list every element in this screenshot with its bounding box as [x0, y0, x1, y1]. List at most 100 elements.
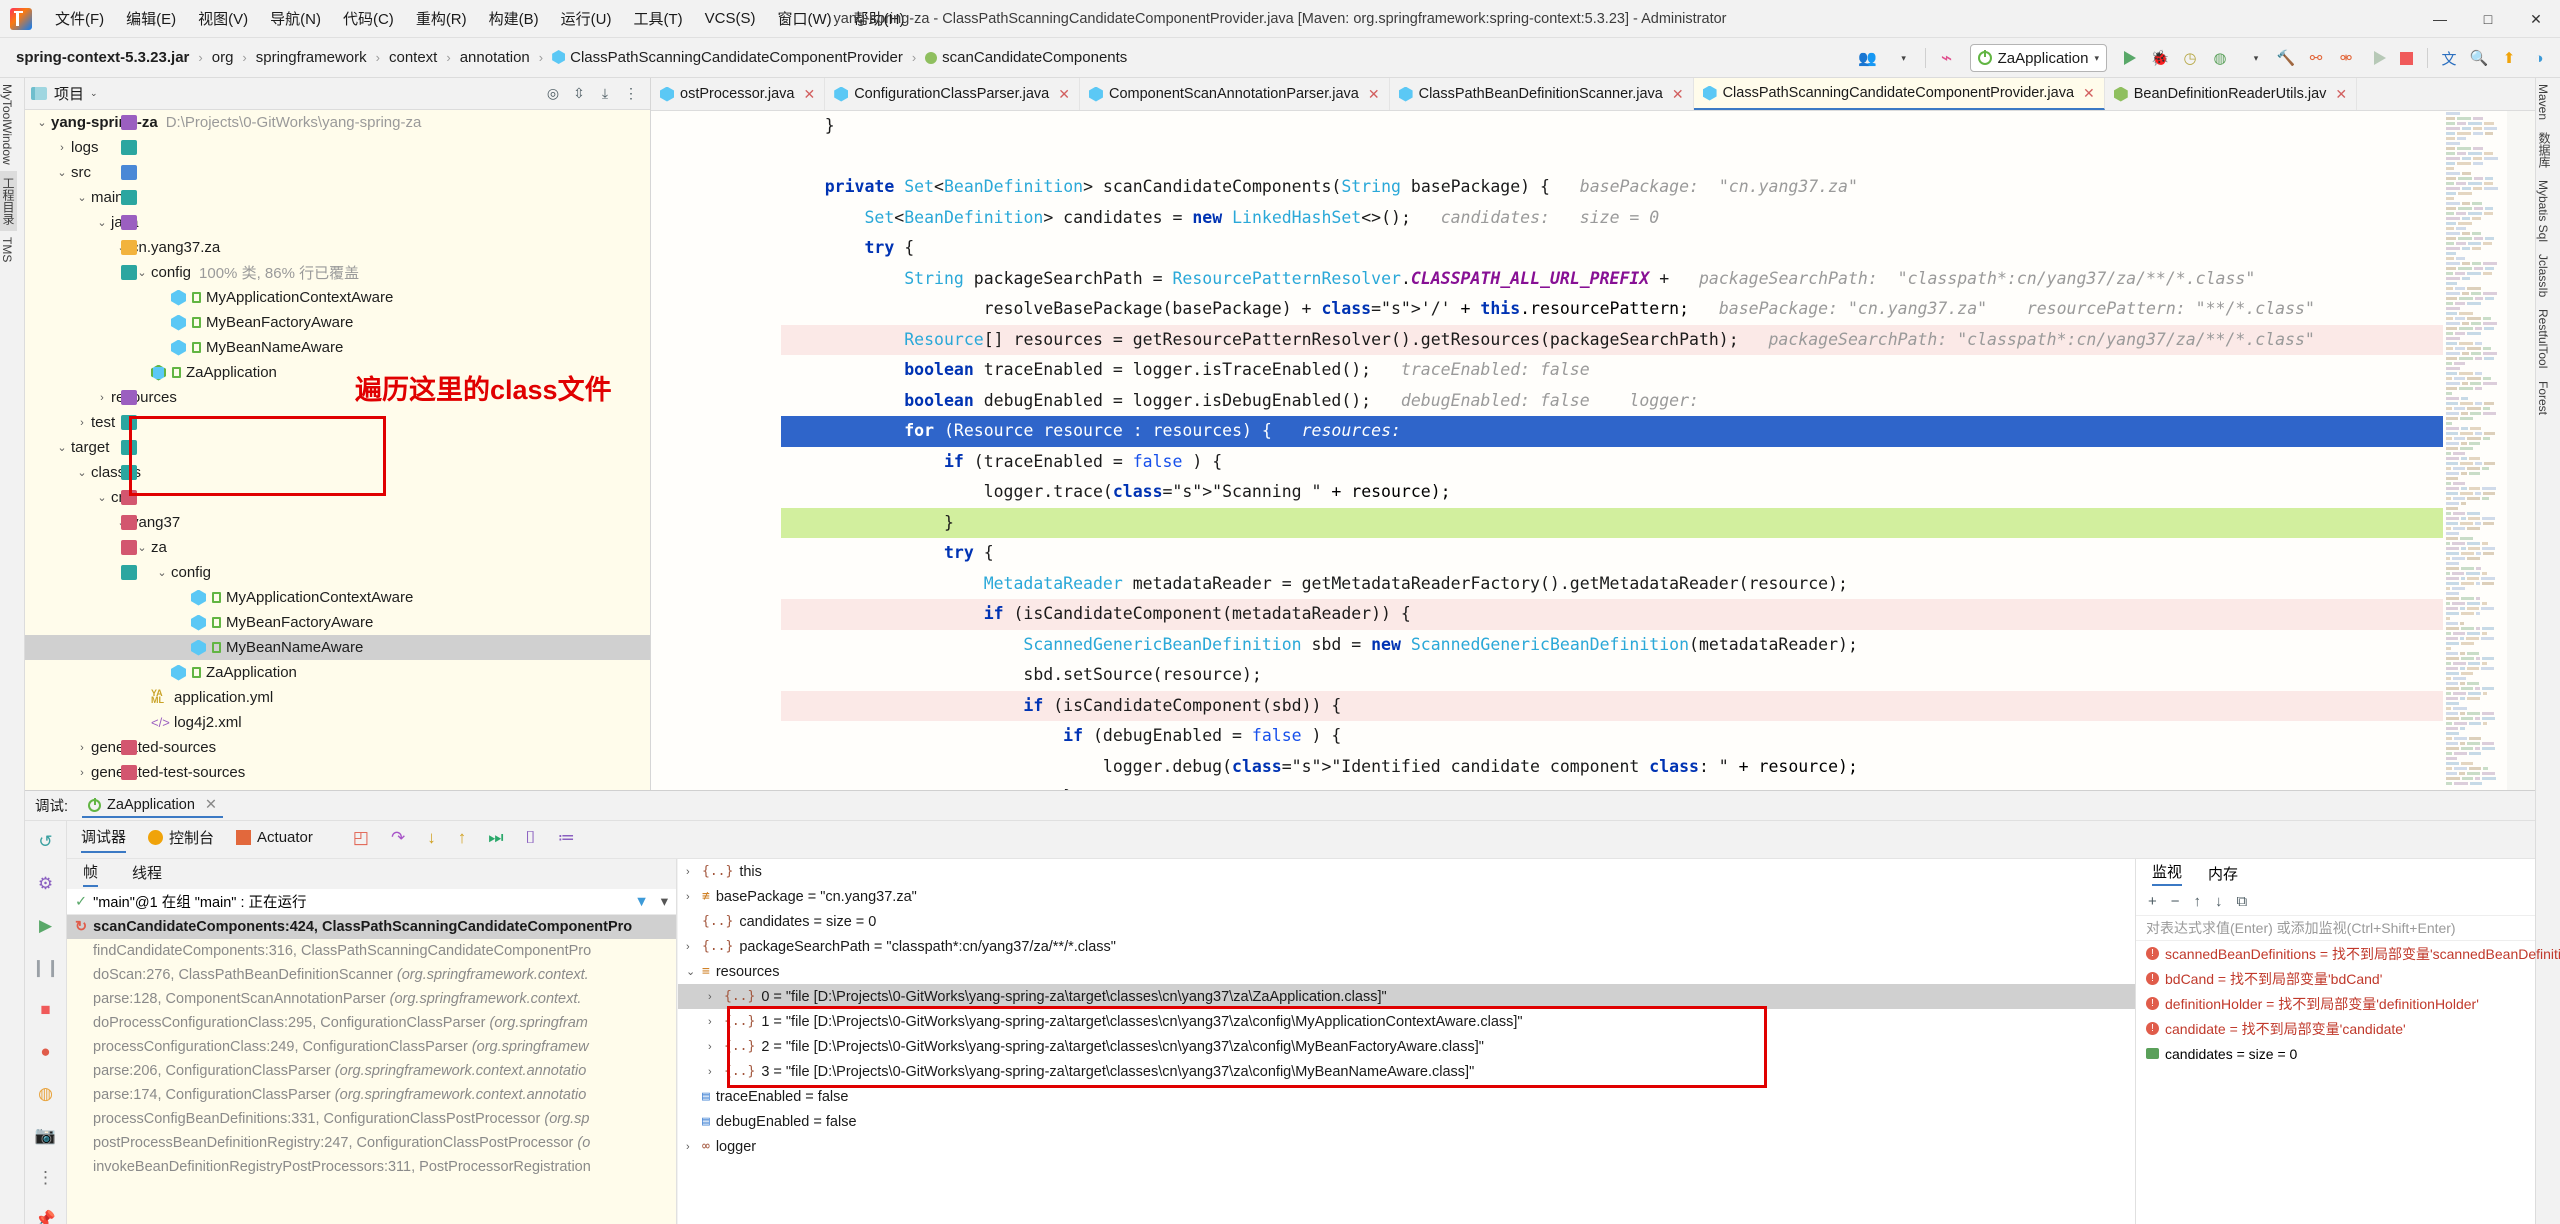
- rerun-icon[interactable]: ↺: [25, 821, 66, 863]
- breadcrumb-item-1[interactable]: org: [208, 47, 238, 68]
- tree-node-test[interactable]: › test: [25, 410, 650, 435]
- tree-node-generated-sources[interactable]: › generated-sources: [25, 735, 650, 760]
- tree-twisty[interactable]: ›: [73, 417, 91, 429]
- tree-node-yang37[interactable]: ⌄yang37: [25, 510, 650, 535]
- tool-window-button-MyToolWindow[interactable]: MyToolWindow: [0, 78, 14, 171]
- debug-tab-控制台[interactable]: 控制台: [148, 827, 214, 852]
- variable-twisty[interactable]: ›: [686, 866, 702, 878]
- variable-twisty[interactable]: ›: [708, 1041, 724, 1053]
- stack-frame-3[interactable]: parse:128, ComponentScanAnnotationParser…: [67, 987, 676, 1011]
- code-line-432[interactable]: 432 sbd.setSource(resource);: [781, 660, 2443, 691]
- tree-node-main[interactable]: ⌄ main: [25, 185, 650, 210]
- variables-pane[interactable]: › {..} this › ≢ basePackage = "cn.yang37.za"{…: [678, 859, 2135, 1224]
- menu-item-1[interactable]: 编辑(E): [115, 5, 187, 32]
- close-tab-icon[interactable]: ✕: [1058, 86, 1070, 103]
- select-opened-file-icon[interactable]: ◎: [540, 81, 566, 107]
- variable-row-2[interactable]: {..} candidates = size = 0: [678, 909, 2135, 934]
- variable-row-1[interactable]: › ≢ basePackage = "cn.yang37.za": [678, 884, 2135, 909]
- step-button-6[interactable]: ≔: [558, 828, 575, 852]
- watch-row-2[interactable]: ! definitionHolder = 找不到局部变量'definitionHo…: [2136, 991, 2535, 1016]
- idea-plugin-icon[interactable]: ◑: [2524, 43, 2554, 73]
- watch-tab-监视[interactable]: 监视: [2152, 861, 2183, 886]
- stack-frame-5[interactable]: processConfigurationClass:249, Configura…: [67, 1035, 676, 1059]
- code-line-422[interactable]: 422 boolean traceEnabled = logger.isTrac…: [781, 355, 2443, 386]
- tree-node-MyBeanFactoryAware[interactable]: MyBeanFactoryAware: [25, 310, 650, 335]
- tree-node-java[interactable]: ⌄java: [25, 210, 650, 235]
- variable-row-3[interactable]: › {..} packageSearchPath = "classpath*:cn/…: [678, 934, 2135, 959]
- code-line-433[interactable]: 433⊟✓ if (isCandidateComponent(sbd)) {: [781, 690, 2443, 721]
- close-tab-icon[interactable]: ✕: [2083, 85, 2095, 102]
- tree-node-target[interactable]: ⌄ target: [25, 435, 650, 460]
- settings-gear-icon[interactable]: ⚙: [25, 863, 66, 905]
- breadcrumb-method[interactable]: scanCandidateComponents: [921, 47, 1131, 68]
- stack-frame-10[interactable]: invokeBeanDefinitionRegistryPostProcesso…: [67, 1155, 676, 1179]
- breadcrumb-item-0[interactable]: spring-context-5.3.23.jar: [12, 47, 193, 68]
- profiler-dropdown-icon[interactable]: ▾: [2241, 43, 2271, 73]
- editor-tab-0[interactable]: ostProcessor.java ✕: [651, 78, 826, 110]
- stop-program-icon[interactable]: ■: [25, 989, 66, 1031]
- editor-tab-5[interactable]: BeanDefinitionReaderUtils.jav ✕: [2105, 78, 2358, 110]
- tree-node-MyApplicationContextAware[interactable]: MyApplicationContextAware: [25, 585, 650, 610]
- tree-twisty[interactable]: ›: [73, 742, 91, 754]
- tree-twisty[interactable]: ⌄: [93, 216, 111, 229]
- pin-icon[interactable]: 📌: [25, 1199, 66, 1224]
- stack-frame-6[interactable]: parse:206, ConfigurationClassParser (org…: [67, 1059, 676, 1083]
- project-tree[interactable]: ⌄ yang-spring-za D:\Projects\0-GitWorks\ya…: [25, 110, 650, 790]
- breadcrumb-item-4[interactable]: annotation: [456, 47, 534, 68]
- tool-window-button-JclassIb[interactable]: JclassIb: [2536, 248, 2550, 303]
- variable-row-9[interactable]: ▤ traceEnabled = false: [678, 1084, 2135, 1109]
- tree-node-generated-test-sources[interactable]: › generated-test-sources: [25, 760, 650, 785]
- more-debug-icon[interactable]: ⋮: [25, 1157, 66, 1199]
- tree-node-logs[interactable]: › logs: [25, 135, 650, 160]
- thread-status-row[interactable]: ✓ "main"@1 在组 "main" : 正在运行 ▼ ▾: [67, 889, 676, 915]
- watch-row-4[interactable]: candidates = size = 0: [2136, 1041, 2535, 1066]
- menu-item-6[interactable]: 构建(B): [478, 5, 550, 32]
- code-line-431[interactable]: 431 ScannedGenericBeanDefinition sbd = n…: [781, 630, 2443, 661]
- watch-expression-input[interactable]: 对表达式求值(Enter) 或添加监视(Ctrl+Shift+Enter): [2136, 915, 2535, 941]
- tool-window-button-Mybatis Sql[interactable]: Mybatis Sql: [2536, 174, 2550, 248]
- tool-window-button-Maven[interactable]: Maven: [2536, 78, 2550, 126]
- tree-node-ZaApplication[interactable]: ZaApplication: [25, 660, 650, 685]
- screenshot-icon[interactable]: 📷: [25, 1115, 66, 1157]
- vcs-group-icon[interactable]: 👥: [1853, 43, 1883, 73]
- menu-item-8[interactable]: 工具(T): [622, 5, 693, 32]
- code-editor[interactable]: 414⌃ }415416⊟ private Set<BeanDefinition…: [651, 111, 2535, 790]
- variable-twisty[interactable]: ›: [686, 891, 702, 903]
- watch-tabs[interactable]: 监视 内存: [2136, 859, 2535, 887]
- stack-frame-9[interactable]: postProcessBeanDefinitionRegistry:247, C…: [67, 1131, 676, 1155]
- variable-row-5[interactable]: › {..} 0 = "file [D:\Projects\0-GitWorks\y…: [678, 984, 2135, 1009]
- tree-node-yang-spring-za[interactable]: ⌄ yang-spring-za D:\Projects\0-GitWorks\ya…: [25, 110, 650, 135]
- filter-icon[interactable]: ▼: [634, 894, 648, 910]
- tool-window-button-TMS[interactable]: TMS: [0, 231, 14, 268]
- pause-program-icon[interactable]: ❙❙: [25, 947, 66, 989]
- debug-session-tab[interactable]: ZaApplication ✕: [82, 793, 224, 818]
- more-options-icon[interactable]: ⋮: [618, 81, 644, 107]
- variable-row-11[interactable]: › ∞ logger: [678, 1134, 2135, 1159]
- tree-node-za[interactable]: ⌄ za: [25, 535, 650, 560]
- tree-twisty[interactable]: ›: [53, 142, 71, 154]
- tree-twisty[interactable]: ⌄: [53, 441, 71, 454]
- watch-tool-2[interactable]: ↑: [2194, 893, 2202, 910]
- menu-item-4[interactable]: 代码(C): [332, 5, 405, 32]
- stack-frame-0[interactable]: ↻ scanCandidateComponents:424, ClassPathS…: [67, 915, 676, 939]
- update-icon[interactable]: ⬆: [2494, 43, 2524, 73]
- step-button-3[interactable]: ↑: [458, 828, 467, 852]
- tree-twisty[interactable]: ⌄: [53, 166, 71, 179]
- stack-frame-7[interactable]: parse:174, ConfigurationClassParser (org…: [67, 1083, 676, 1107]
- code-line-416[interactable]: 416⊟ private Set<BeanDefinition> scanCan…: [781, 172, 2443, 203]
- tree-node-MyBeanNameAware[interactable]: MyBeanNameAware: [25, 635, 650, 660]
- step-button-4[interactable]: ⏭: [488, 828, 503, 852]
- tree-node-cn.yang37.za[interactable]: ⌄cn.yang37.za: [25, 235, 650, 260]
- watch-tool-3[interactable]: ↓: [2215, 893, 2223, 910]
- tree-node-classes[interactable]: ⌄ classes: [25, 460, 650, 485]
- tree-node-cn[interactable]: ⌄ cn: [25, 485, 650, 510]
- variable-twisty[interactable]: ›: [686, 941, 702, 953]
- menu-item-9[interactable]: VCS(S): [694, 7, 767, 30]
- debug-tab-Actuator[interactable]: Actuator: [236, 829, 313, 850]
- code-line-421[interactable]: 421✓ Resource[] resources = getResourceP…: [781, 324, 2443, 355]
- variable-row-7[interactable]: › {..} 2 = "file [D:\Projects\0-GitWorks\y…: [678, 1034, 2135, 1059]
- frames-tabs[interactable]: 帧 线程: [67, 859, 676, 889]
- translate-icon[interactable]: 文: [2434, 43, 2464, 73]
- watch-tool-0[interactable]: +: [2148, 893, 2157, 910]
- step-button-0[interactable]: ◰: [353, 828, 369, 852]
